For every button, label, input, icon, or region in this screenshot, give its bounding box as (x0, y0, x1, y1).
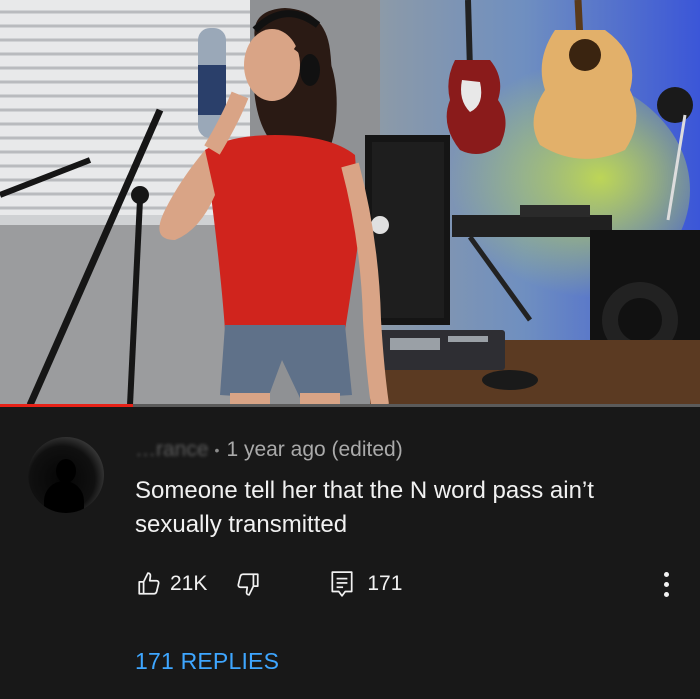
like-button[interactable]: 21K (136, 571, 207, 597)
reply-count: 171 (367, 572, 403, 595)
video-progress-bar[interactable] (0, 404, 700, 407)
video-progress-fill (0, 404, 133, 407)
thumb-up-icon (138, 572, 160, 595)
more-vert-icon-dot (663, 571, 669, 577)
video-frame-illustration (0, 0, 700, 407)
more-vert-icon-dot (663, 591, 669, 597)
comment-meta: …rance • 1 year ago (edited) (135, 438, 403, 462)
comment-author[interactable]: …rance (135, 438, 209, 462)
comment-icon (331, 571, 353, 597)
reply-button[interactable]: 171 (329, 570, 402, 598)
like-count: 21K (170, 572, 208, 595)
view-replies-link[interactable]: 171 REPLIES (135, 648, 279, 675)
more-options-button[interactable] (656, 568, 676, 600)
meta-separator: • (214, 442, 220, 458)
thumb-down-icon (237, 573, 259, 596)
video-player[interactable] (0, 0, 700, 407)
avatar-shoulder-silhouette (44, 481, 84, 513)
dislike-button[interactable] (235, 571, 261, 597)
more-vert-icon-dot (663, 581, 669, 587)
commenter-avatar[interactable] (28, 437, 104, 513)
comment-actions: 21K 171 (136, 568, 402, 600)
avatar-head-silhouette (56, 459, 76, 483)
comment-body: Someone tell her that the N word pass ai… (135, 477, 594, 538)
comment-timestamp: 1 year ago (edited) (226, 438, 403, 461)
